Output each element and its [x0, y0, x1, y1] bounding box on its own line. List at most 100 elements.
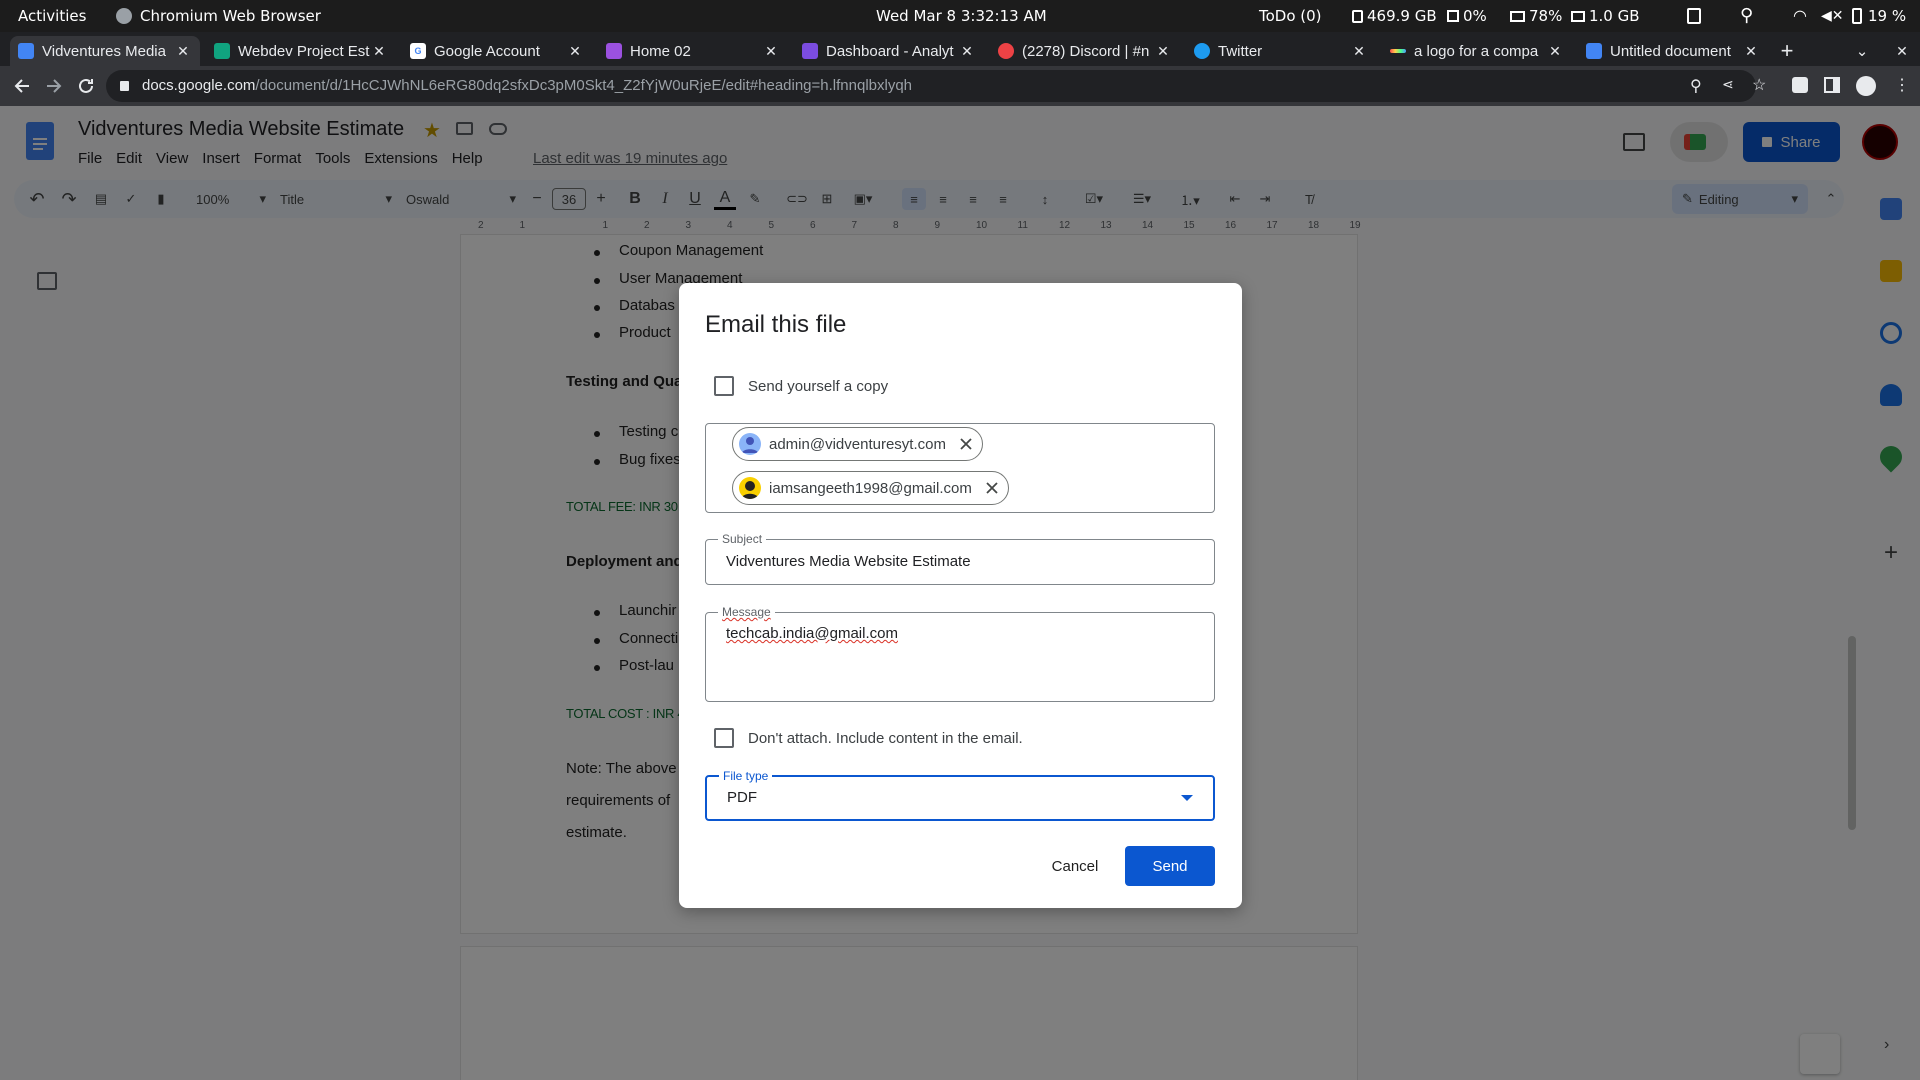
- tab-webdev-project[interactable]: Webdev Project Est ✕: [206, 36, 396, 66]
- send-copy-label[interactable]: Send yourself a copy: [748, 378, 888, 395]
- message-value: techcab.india@gmail.com: [726, 625, 898, 642]
- extensions-icon[interactable]: [1792, 77, 1808, 93]
- tab-dashboard[interactable]: Dashboard - Analyt ✕: [794, 36, 984, 66]
- zoom-icon[interactable]: ⚲: [1690, 76, 1702, 96]
- close-tab-icon[interactable]: ✕: [958, 42, 976, 60]
- app-menu[interactable]: Chromium Web Browser: [116, 0, 321, 32]
- close-tab-icon[interactable]: ✕: [566, 42, 584, 60]
- cpu-value: 0%: [1463, 7, 1487, 25]
- tab-title: Webdev Project Est: [238, 42, 370, 60]
- side-panel-icon[interactable]: [1824, 77, 1840, 93]
- back-icon[interactable]: [10, 74, 34, 98]
- close-tab-icon[interactable]: ✕: [762, 42, 780, 60]
- address-bar[interactable]: docs.google.com/document/d/1HcCJWhNL6eRG…: [106, 70, 1766, 102]
- app-name: Chromium Web Browser: [140, 7, 321, 25]
- dashboard-icon: [802, 43, 818, 59]
- tab-untitled-document[interactable]: Untitled document ✕: [1578, 36, 1768, 66]
- dropdown-arrow-icon: [1181, 795, 1193, 801]
- volume-muted-icon[interactable]: ◀✕: [1821, 0, 1844, 32]
- message-field[interactable]: Message techcab.india@gmail.com: [705, 604, 1215, 702]
- user-avatar-icon: [739, 477, 761, 499]
- no-attach-checkbox[interactable]: [714, 728, 734, 748]
- activities-button[interactable]: Activities: [18, 0, 86, 32]
- close-tab-icon[interactable]: ✕: [370, 42, 388, 60]
- new-tab-button[interactable]: +: [1772, 36, 1802, 66]
- cancel-button[interactable]: Cancel: [1037, 846, 1113, 886]
- recipient-email: iamsangeeth1998@gmail.com: [769, 479, 972, 497]
- recipient-chip[interactable]: admin@vidventuresyt.com: [732, 427, 983, 461]
- rainbow-icon: [1390, 49, 1406, 53]
- wifi-icon[interactable]: ◠: [1793, 0, 1807, 32]
- no-attach-label[interactable]: Don't attach. Include content in the ema…: [748, 730, 1023, 747]
- send-button[interactable]: Send: [1125, 846, 1215, 886]
- user-avatar-icon: [739, 433, 761, 455]
- google-docs-icon: [18, 43, 34, 59]
- battery-indicator[interactable]: 19 %: [1852, 0, 1906, 32]
- tab-title: Untitled document: [1610, 42, 1731, 60]
- subject-label: Subject: [718, 531, 767, 547]
- tab-title: (2278) Discord | #n: [1022, 42, 1150, 60]
- email-file-dialog: Email this file Send yourself a copy adm…: [679, 283, 1242, 908]
- tab-vidventures-media[interactable]: Vidventures Media ✕: [10, 36, 200, 66]
- reload-icon[interactable]: [74, 74, 98, 98]
- memory-value: 78%: [1529, 7, 1563, 25]
- system-top-bar: Activities Chromium Web Browser Wed Mar …: [0, 0, 1920, 32]
- close-tab-icon[interactable]: ✕: [1350, 42, 1368, 60]
- browser-toolbar: docs.google.com/document/d/1HcCJWhNL6eRG…: [0, 66, 1920, 106]
- swap-indicator: 1.0 GB: [1571, 0, 1640, 32]
- memory-indicator: 78%: [1510, 0, 1562, 32]
- close-tab-icon[interactable]: ✕: [1154, 42, 1172, 60]
- url-host: docs.google.com: [142, 77, 256, 94]
- bookmark-star-icon[interactable]: ☆: [1752, 75, 1766, 95]
- tab-logo-generator[interactable]: a logo for a compa ✕: [1382, 36, 1572, 66]
- figma-pen-icon: [606, 43, 622, 59]
- discord-icon: [998, 43, 1014, 59]
- tab-search-chevron-icon[interactable]: ⌄: [1850, 36, 1874, 66]
- tab-title: Dashboard - Analyt: [826, 42, 954, 60]
- clipboard-icon[interactable]: [1687, 8, 1701, 24]
- subject-value: Vidventures Media Website Estimate: [726, 553, 971, 570]
- url-text: docs.google.com/document/d/1HcCJWhNL6eRG…: [142, 70, 912, 102]
- close-tab-icon[interactable]: ✕: [1546, 42, 1564, 60]
- cpu-indicator: 0%: [1447, 0, 1487, 32]
- battery-icon: [1852, 8, 1862, 24]
- cpu-icon: [1447, 10, 1459, 22]
- close-tab-icon[interactable]: ✕: [174, 42, 192, 60]
- recipient-chip[interactable]: iamsangeeth1998@gmail.com: [732, 471, 1009, 505]
- todo-indicator[interactable]: ToDo (0): [1259, 0, 1322, 32]
- close-tab-icon[interactable]: ✕: [1742, 42, 1760, 60]
- swap-value: 1.0 GB: [1589, 7, 1640, 25]
- browser-tab-strip: Vidventures Media ✕ Webdev Project Est ✕…: [0, 32, 1920, 66]
- send-copy-checkbox[interactable]: [714, 376, 734, 396]
- message-label: Message: [718, 604, 775, 620]
- disk-icon: [1352, 9, 1363, 23]
- tab-home-02[interactable]: Home 02 ✕: [598, 36, 788, 66]
- url-path: /document/d/1HcCJWhNL6eRG80dq2sfxDc3pM0S…: [255, 77, 913, 94]
- remove-recipient-icon[interactable]: [982, 478, 1002, 498]
- share-page-icon[interactable]: ⋖: [1722, 76, 1734, 93]
- file-type-label: File type: [719, 768, 773, 784]
- tab-twitter[interactable]: Twitter ✕: [1186, 36, 1376, 66]
- accessibility-icon[interactable]: ⚲: [1740, 0, 1753, 32]
- forward-icon[interactable]: [42, 74, 66, 98]
- browser-menu-icon[interactable]: ⋮: [1894, 75, 1910, 95]
- close-window-icon[interactable]: ✕: [1890, 36, 1914, 66]
- google-docs-icon: [1586, 43, 1602, 59]
- lock-icon: [120, 81, 129, 91]
- file-type-select[interactable]: File type PDF: [705, 768, 1215, 821]
- twitter-icon: [1194, 43, 1210, 59]
- remove-recipient-icon[interactable]: [956, 434, 976, 454]
- tab-google-account[interactable]: G Google Account ✕: [402, 36, 592, 66]
- recipient-email: admin@vidventuresyt.com: [769, 435, 946, 453]
- tab-discord[interactable]: (2278) Discord | #n ✕: [990, 36, 1180, 66]
- chromium-icon: [116, 8, 132, 24]
- tab-title: Vidventures Media: [42, 42, 166, 60]
- profile-icon[interactable]: [1856, 76, 1876, 96]
- clock[interactable]: Wed Mar 8 3:32:13 AM: [876, 0, 1047, 32]
- chatgpt-icon: [214, 43, 230, 59]
- subject-field[interactable]: Subject Vidventures Media Website Estima…: [705, 531, 1215, 585]
- disk-value: 469.9 GB: [1367, 7, 1437, 25]
- disk-indicator: 469.9 GB: [1352, 0, 1437, 32]
- swap-icon: [1571, 10, 1585, 22]
- recipients-field[interactable]: admin@vidventuresyt.com iamsangeeth1998@…: [705, 423, 1215, 513]
